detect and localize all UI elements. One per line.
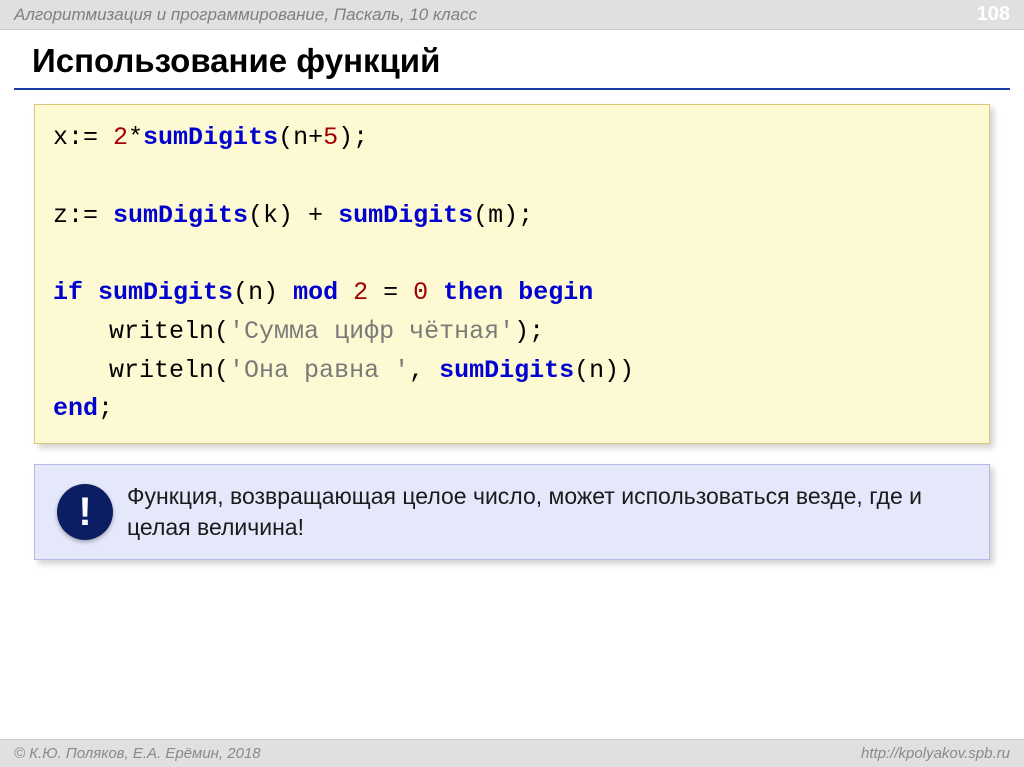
code-fn: sumDigits [98, 278, 233, 307]
code-line: writeln('Сумма цифр чётная'); [53, 313, 971, 352]
slide: Алгоритмизация и программирование, Паска… [0, 0, 1024, 767]
code-text: ); [514, 317, 544, 346]
code-number: 2 [113, 123, 128, 152]
code-line: z:= sumDigits(k) + sumDigits(m); [53, 197, 971, 236]
code-text [338, 278, 353, 307]
code-keyword: begin [518, 278, 593, 307]
info-callout: ! Функция, возвращающая целое число, мож… [34, 464, 990, 560]
code-line: writeln('Она равна ', sumDigits(n)) [53, 352, 971, 391]
code-text: ; [98, 394, 113, 423]
blank-line [53, 235, 971, 274]
code-text: = [368, 278, 413, 307]
code-text [503, 278, 518, 307]
code-fn: sumDigits [143, 123, 278, 152]
page-number: 108 [977, 3, 1010, 26]
code-text: writeln [109, 317, 214, 346]
code-text: ( [214, 317, 229, 346]
code-keyword: mod [293, 278, 338, 307]
footer-bar: © К.Ю. Поляков, Е.А. Ерёмин, 2018 http:/… [0, 739, 1024, 767]
content-area: x:= 2*sumDigits(n+5); z:= sumDigits(k) +… [0, 90, 1024, 560]
code-text: z:= [53, 201, 113, 230]
breadcrumb: Алгоритмизация и программирование, Паска… [14, 5, 477, 25]
code-keyword: if [53, 278, 83, 307]
code-text: , [409, 356, 439, 385]
header-bar: Алгоритмизация и программирование, Паска… [0, 0, 1024, 30]
code-line: x:= 2*sumDigits(n+5); [53, 119, 971, 158]
code-string: 'Сумма цифр чётная' [229, 317, 514, 346]
code-fn: sumDigits [338, 201, 473, 230]
code-text: (n) [233, 278, 293, 307]
footer-link: http://kpolyakov.spb.ru [861, 745, 1010, 762]
code-text: (m); [473, 201, 533, 230]
code-text: (n)) [574, 356, 634, 385]
code-text: x:= [53, 123, 113, 152]
code-line: end; [53, 390, 971, 429]
copyright: © К.Ю. Поляков, Е.А. Ерёмин, 2018 [14, 745, 261, 762]
code-number: 2 [353, 278, 368, 307]
code-text: (k) + [248, 201, 338, 230]
page-title: Использование функций [0, 30, 1024, 88]
code-keyword: then [443, 278, 503, 307]
code-fn: sumDigits [439, 356, 574, 385]
code-line: if sumDigits(n) mod 2 = 0 then begin [53, 274, 971, 313]
code-number: 5 [323, 123, 338, 152]
code-number: 0 [413, 278, 428, 307]
code-block: x:= 2*sumDigits(n+5); z:= sumDigits(k) +… [34, 104, 990, 444]
code-text: (n+ [278, 123, 323, 152]
code-text: ); [338, 123, 368, 152]
exclamation-icon: ! [57, 484, 113, 540]
blank-line [53, 158, 971, 197]
code-text: ( [214, 356, 229, 385]
code-text [83, 278, 98, 307]
code-keyword: end [53, 394, 98, 423]
callout-text: Функция, возвращающая целое число, может… [127, 481, 967, 543]
code-text: * [128, 123, 143, 152]
code-string: 'Она равна ' [229, 356, 409, 385]
code-fn: sumDigits [113, 201, 248, 230]
code-text: writeln [109, 356, 214, 385]
code-text [428, 278, 443, 307]
